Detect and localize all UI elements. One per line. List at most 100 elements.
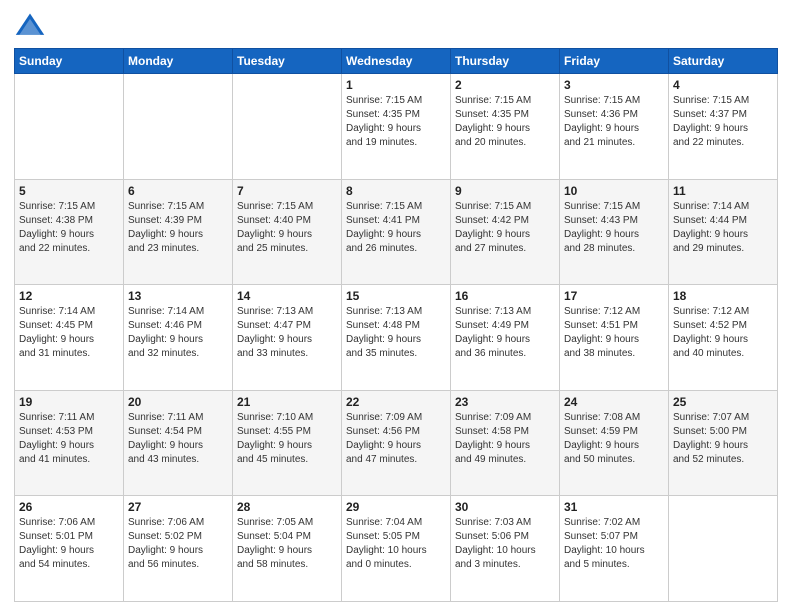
day-cell-23: 23Sunrise: 7:09 AM Sunset: 4:58 PM Dayli… [451,390,560,496]
day-info: Sunrise: 7:04 AM Sunset: 5:05 PM Dayligh… [346,516,446,572]
day-number: 1 [346,78,446,92]
day-info: Sunrise: 7:14 AM Sunset: 4:45 PM Dayligh… [19,305,119,361]
weekday-header-thursday: Thursday [451,49,560,74]
week-row-1: 1 Sunrise: 7:15 AM Sunset: 4:35 PM Daylig… [15,74,778,180]
day-number: 3 [564,78,664,92]
day-info: Sunrise: 7:15 AM Sunset: 4:41 PM Dayligh… [346,200,446,256]
day-info: Sunrise: 7:14 AM Sunset: 4:44 PM Dayligh… [673,200,773,256]
day-cell-3: 3Sunrise: 7:15 AM Sunset: 4:36 PM Daylig… [560,74,669,180]
day-number: 27 [128,500,228,514]
day-number: 8 [346,184,446,198]
logo-icon [14,10,46,42]
day-cell-24: 24Sunrise: 7:08 AM Sunset: 4:59 PM Dayli… [560,390,669,496]
weekday-header-wednesday: Wednesday [342,49,451,74]
day-cell-5: 5Sunrise: 7:15 AM Sunset: 4:38 PM Daylig… [15,179,124,285]
weekday-header-sunday: Sunday [15,49,124,74]
day-number: 9 [455,184,555,198]
empty-cell [15,74,124,180]
day-number: 17 [564,289,664,303]
day-number: 15 [346,289,446,303]
weekday-header-friday: Friday [560,49,669,74]
day-cell-22: 22 Sunrise: 7:09 AM Sunset: 4:56 PM Dayli… [342,390,451,496]
day-info: Sunrise: 7:08 AM Sunset: 4:59 PM Dayligh… [564,411,664,467]
day-cell-12: 12 Sunrise: 7:14 AM Sunset: 4:45 PM Dayli… [15,285,124,391]
weekday-header-saturday: Saturday [669,49,778,74]
header [14,10,778,42]
day-info: Sunrise: 7:12 AM Sunset: 4:52 PM Dayligh… [673,305,773,361]
day-cell-14: 14 Sunrise: 7:13 AM Sunset: 4:47 PM Dayli… [233,285,342,391]
day-info: Sunrise: 7:07 AM Sunset: 5:00 PM Dayligh… [673,411,773,467]
day-number: 28 [237,500,337,514]
day-cell-8: 8 Sunrise: 7:15 AM Sunset: 4:41 PM Daylig… [342,179,451,285]
day-number: 26 [19,500,119,514]
day-info: Sunrise: 7:15 AM Sunset: 4:42 PM Dayligh… [455,200,555,256]
day-number: 31 [564,500,664,514]
day-cell-20: 20 Sunrise: 7:11 AM Sunset: 4:54 PM Dayli… [124,390,233,496]
day-number: 12 [19,289,119,303]
day-info: Sunrise: 7:13 AM Sunset: 4:49 PM Dayligh… [455,305,555,361]
day-number: 22 [346,395,446,409]
day-number: 30 [455,500,555,514]
calendar-table: SundayMondayTuesdayWednesdayThursdayFrid… [14,48,778,602]
day-info: Sunrise: 7:03 AM Sunset: 5:06 PM Dayligh… [455,516,555,572]
day-cell-29: 29 Sunrise: 7:04 AM Sunset: 5:05 PM Dayli… [342,496,451,602]
day-cell-19: 19 Sunrise: 7:11 AM Sunset: 4:53 PM Dayli… [15,390,124,496]
day-info: Sunrise: 7:15 AM Sunset: 4:38 PM Dayligh… [19,200,119,256]
week-row-2: 5Sunrise: 7:15 AM Sunset: 4:38 PM Daylig… [15,179,778,285]
day-cell-9: 9 Sunrise: 7:15 AM Sunset: 4:42 PM Daylig… [451,179,560,285]
day-cell-6: 6Sunrise: 7:15 AM Sunset: 4:39 PM Daylig… [124,179,233,285]
day-number: 16 [455,289,555,303]
page: SundayMondayTuesdayWednesdayThursdayFrid… [0,0,792,612]
day-cell-13: 13 Sunrise: 7:14 AM Sunset: 4:46 PM Dayli… [124,285,233,391]
day-cell-18: 18 Sunrise: 7:12 AM Sunset: 4:52 PM Dayli… [669,285,778,391]
day-cell-28: 28 Sunrise: 7:05 AM Sunset: 5:04 PM Dayli… [233,496,342,602]
empty-cell [233,74,342,180]
day-info: Sunrise: 7:10 AM Sunset: 4:55 PM Dayligh… [237,411,337,467]
empty-cell [669,496,778,602]
day-info: Sunrise: 7:05 AM Sunset: 5:04 PM Dayligh… [237,516,337,572]
day-cell-27: 27 Sunrise: 7:06 AM Sunset: 5:02 PM Dayli… [124,496,233,602]
day-info: Sunrise: 7:06 AM Sunset: 5:01 PM Dayligh… [19,516,119,572]
day-cell-25: 25Sunrise: 7:07 AM Sunset: 5:00 PM Dayli… [669,390,778,496]
day-info: Sunrise: 7:06 AM Sunset: 5:02 PM Dayligh… [128,516,228,572]
weekday-header-row: SundayMondayTuesdayWednesdayThursdayFrid… [15,49,778,74]
day-number: 20 [128,395,228,409]
logo [14,10,50,42]
day-cell-30: 30 Sunrise: 7:03 AM Sunset: 5:06 PM Dayli… [451,496,560,602]
day-info: Sunrise: 7:13 AM Sunset: 4:47 PM Dayligh… [237,305,337,361]
week-row-3: 12 Sunrise: 7:14 AM Sunset: 4:45 PM Dayli… [15,285,778,391]
day-cell-16: 16 Sunrise: 7:13 AM Sunset: 4:49 PM Dayli… [451,285,560,391]
day-number: 19 [19,395,119,409]
day-number: 11 [673,184,773,198]
weekday-header-tuesday: Tuesday [233,49,342,74]
weekday-header-monday: Monday [124,49,233,74]
day-cell-1: 1 Sunrise: 7:15 AM Sunset: 4:35 PM Daylig… [342,74,451,180]
day-info: Sunrise: 7:15 AM Sunset: 4:35 PM Dayligh… [346,94,446,150]
day-info: Sunrise: 7:11 AM Sunset: 4:53 PM Dayligh… [19,411,119,467]
day-number: 6 [128,184,228,198]
day-number: 4 [673,78,773,92]
day-info: Sunrise: 7:14 AM Sunset: 4:46 PM Dayligh… [128,305,228,361]
day-cell-2: 2Sunrise: 7:15 AM Sunset: 4:35 PM Daylig… [451,74,560,180]
day-info: Sunrise: 7:09 AM Sunset: 4:56 PM Dayligh… [346,411,446,467]
day-info: Sunrise: 7:15 AM Sunset: 4:43 PM Dayligh… [564,200,664,256]
day-info: Sunrise: 7:12 AM Sunset: 4:51 PM Dayligh… [564,305,664,361]
day-info: Sunrise: 7:15 AM Sunset: 4:37 PM Dayligh… [673,94,773,150]
day-number: 23 [455,395,555,409]
day-cell-4: 4 Sunrise: 7:15 AM Sunset: 4:37 PM Daylig… [669,74,778,180]
day-cell-10: 10 Sunrise: 7:15 AM Sunset: 4:43 PM Dayli… [560,179,669,285]
day-cell-21: 21Sunrise: 7:10 AM Sunset: 4:55 PM Dayli… [233,390,342,496]
day-number: 10 [564,184,664,198]
day-number: 13 [128,289,228,303]
day-number: 7 [237,184,337,198]
empty-cell [124,74,233,180]
day-cell-31: 31 Sunrise: 7:02 AM Sunset: 5:07 PM Dayli… [560,496,669,602]
day-number: 18 [673,289,773,303]
day-number: 29 [346,500,446,514]
day-info: Sunrise: 7:11 AM Sunset: 4:54 PM Dayligh… [128,411,228,467]
week-row-5: 26 Sunrise: 7:06 AM Sunset: 5:01 PM Dayli… [15,496,778,602]
day-info: Sunrise: 7:02 AM Sunset: 5:07 PM Dayligh… [564,516,664,572]
day-cell-17: 17 Sunrise: 7:12 AM Sunset: 4:51 PM Dayli… [560,285,669,391]
day-number: 14 [237,289,337,303]
day-info: Sunrise: 7:13 AM Sunset: 4:48 PM Dayligh… [346,305,446,361]
